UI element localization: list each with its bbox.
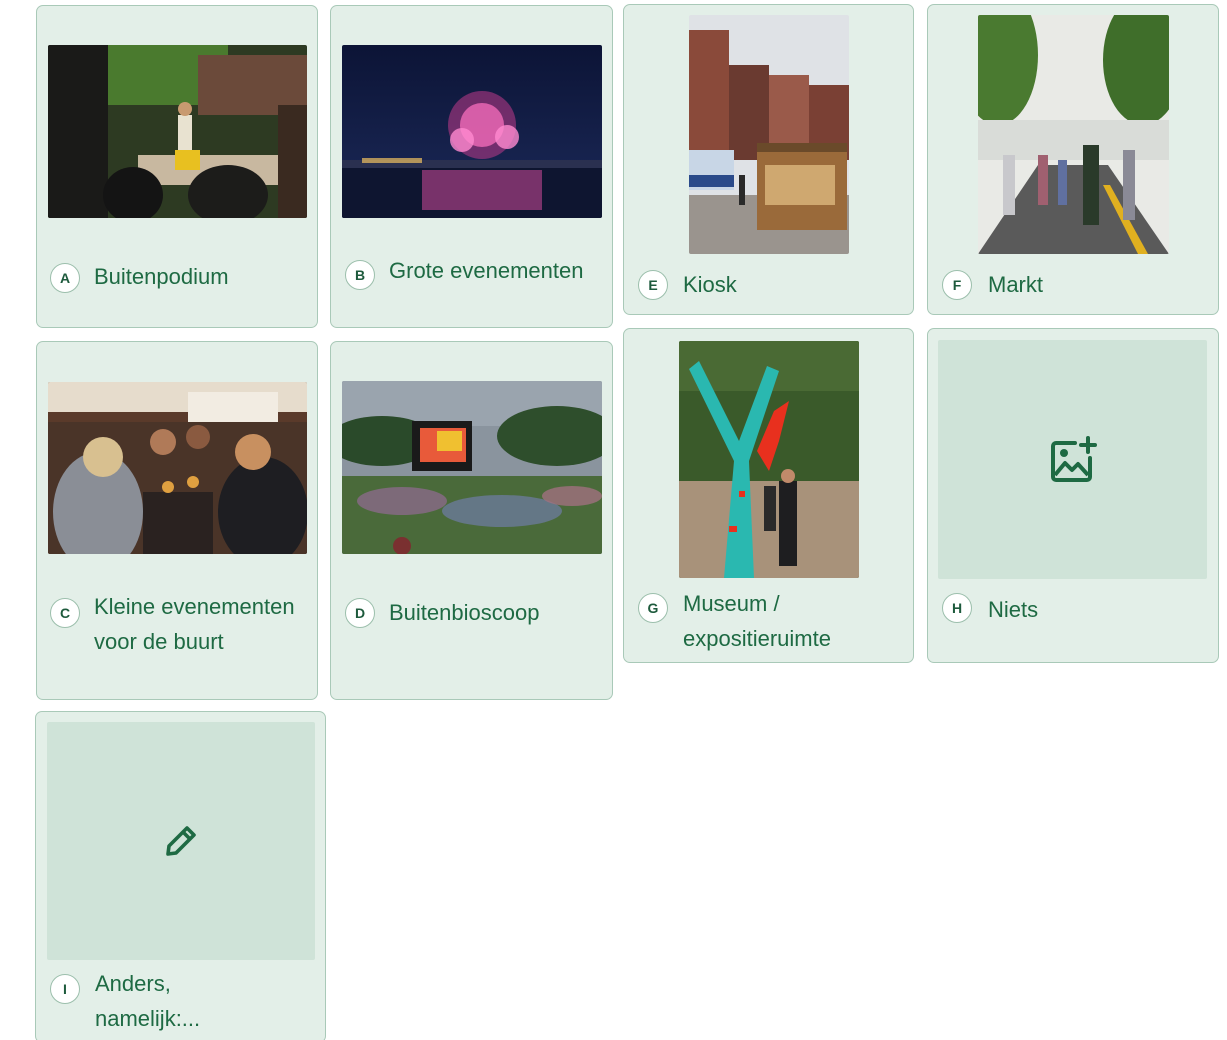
choice-grid: A Buitenpodium B Grote evenementen E Kio… — [0, 0, 1227, 1040]
add-image-icon — [1048, 435, 1098, 485]
option-label-a: Buitenpodium — [94, 264, 229, 289]
option-key-d: D — [345, 598, 375, 628]
option-key-b: B — [345, 260, 375, 290]
option-label-i: Anders, namelijk:... — [95, 971, 201, 1031]
option-card-b[interactable]: B Grote evenementen — [330, 5, 613, 328]
option-card-g[interactable]: G Museum / expositieruimte — [623, 328, 914, 663]
option-key-i: I — [50, 974, 80, 1004]
option-card-h[interactable]: H Niets — [927, 328, 1219, 663]
option-card-i[interactable]: I Anders, namelijk:... — [35, 711, 326, 1040]
option-label-d: Buitenbioscoop — [389, 600, 540, 625]
option-image-i — [47, 722, 315, 960]
option-card-c[interactable]: C Kleine evenementen voor de buurt — [36, 341, 318, 700]
option-label-c: Kleine evenementen voor de buurt — [94, 594, 295, 654]
option-image-h — [938, 340, 1207, 579]
option-key-e: E — [638, 270, 668, 300]
option-image-g — [679, 341, 859, 578]
option-key-f: F — [942, 270, 972, 300]
option-image-e — [689, 15, 849, 254]
option-image-d — [342, 381, 602, 554]
option-label-e: Kiosk — [683, 272, 737, 297]
option-card-f[interactable]: F Markt — [927, 4, 1219, 315]
option-card-d[interactable]: D Buitenbioscoop — [330, 341, 613, 700]
option-label-h: Niets — [988, 597, 1039, 622]
option-key-g: G — [638, 593, 668, 623]
pencil-icon — [164, 824, 198, 858]
option-key-h: H — [942, 593, 972, 623]
option-label-b: Grote evenementen — [389, 258, 584, 283]
option-key-a: A — [50, 263, 80, 293]
option-image-a — [48, 45, 307, 218]
option-card-e[interactable]: E Kiosk — [623, 4, 914, 315]
option-key-c: C — [50, 598, 80, 628]
option-image-f — [978, 15, 1169, 254]
option-image-c — [48, 382, 307, 554]
option-image-b — [342, 45, 602, 218]
option-label-g: Museum / expositieruimte — [683, 591, 831, 651]
option-label-f: Markt — [988, 272, 1043, 297]
option-card-a[interactable]: A Buitenpodium — [36, 5, 318, 328]
